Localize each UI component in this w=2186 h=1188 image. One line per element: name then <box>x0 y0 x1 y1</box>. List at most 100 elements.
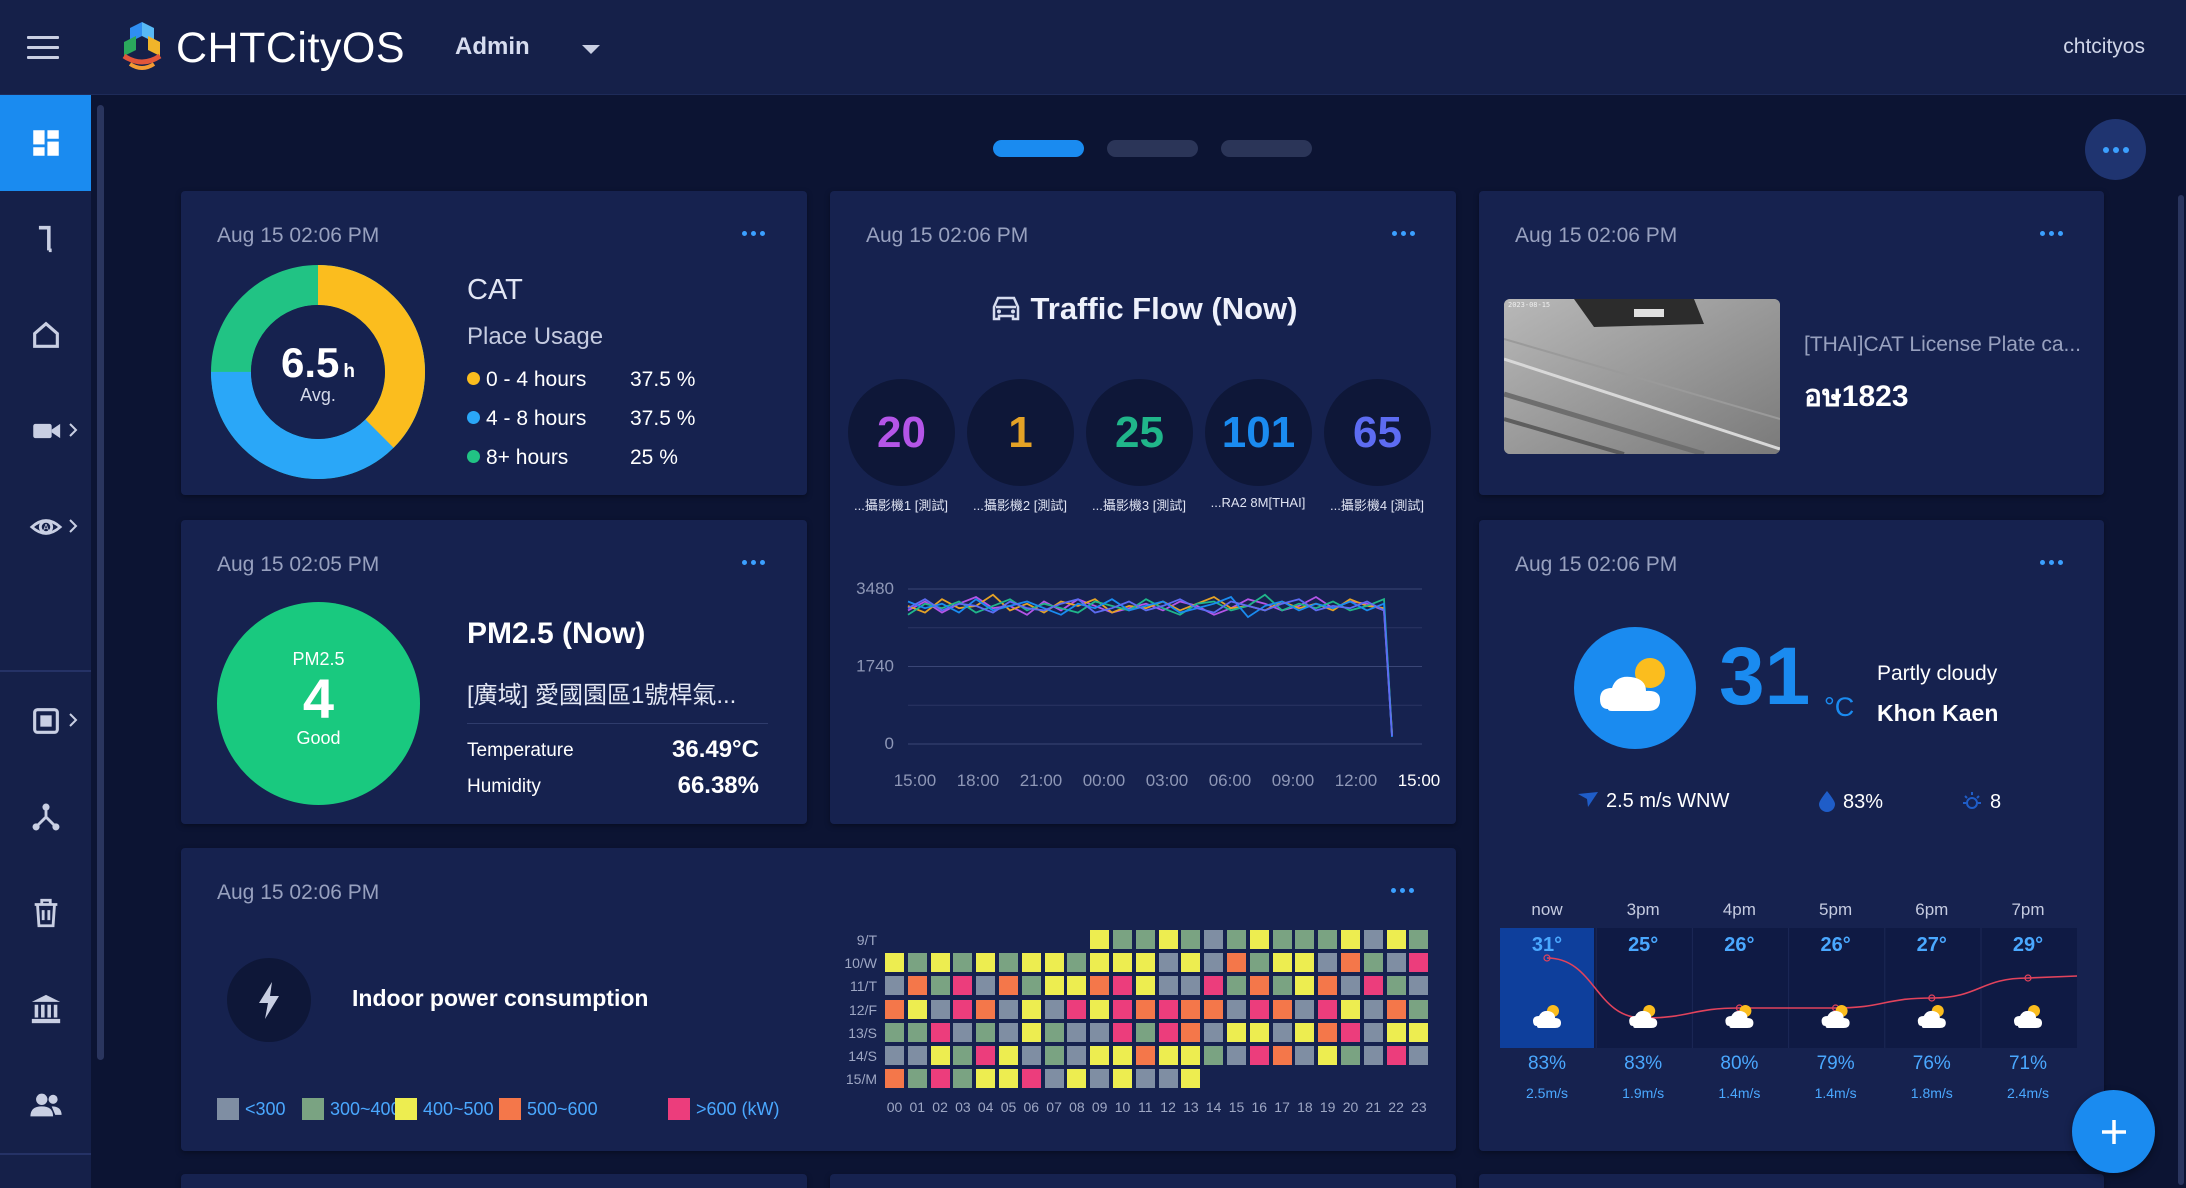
heatmap-cell[interactable] <box>1386 1046 1406 1065</box>
heatmap-cell[interactable] <box>1021 976 1041 996</box>
heatmap-cell[interactable] <box>1341 976 1360 996</box>
heatmap-cell[interactable] <box>930 953 950 973</box>
heatmap-cell[interactable] <box>1135 1069 1155 1089</box>
heatmap-cell[interactable] <box>1021 999 1041 1019</box>
heatmap-cell[interactable] <box>1272 930 1292 949</box>
heatmap-cell[interactable] <box>907 999 927 1019</box>
camera-count-5[interactable]: 65 <box>1324 379 1431 486</box>
heatmap-cell[interactable] <box>1021 1022 1041 1042</box>
heatmap-cell[interactable] <box>1295 1046 1315 1065</box>
camera-count-2[interactable]: 1 <box>967 379 1074 486</box>
heatmap-cell[interactable] <box>1363 1022 1383 1042</box>
heatmap-cell[interactable] <box>1181 1069 1201 1089</box>
heatmap-cell[interactable] <box>1272 1046 1292 1065</box>
heatmap-cell[interactable] <box>1044 1022 1064 1042</box>
heatmap-cell[interactable] <box>1341 1046 1360 1065</box>
heatmap-cell[interactable] <box>1386 976 1406 996</box>
heatmap-cell[interactable] <box>1227 1046 1246 1065</box>
heatmap-cell[interactable] <box>1158 976 1178 996</box>
heatmap-cell[interactable] <box>1135 1046 1155 1065</box>
heatmap-cell[interactable] <box>1363 976 1383 996</box>
heatmap-cell[interactable] <box>1181 976 1201 996</box>
add-widget-button[interactable] <box>2072 1090 2155 1173</box>
heatmap-cell[interactable] <box>976 1046 996 1065</box>
heatmap-cell[interactable] <box>1067 1046 1087 1065</box>
card-more-icon[interactable] <box>2040 560 2063 565</box>
heatmap-cell[interactable] <box>1227 976 1246 996</box>
heatmap-cell[interactable] <box>1181 953 1201 973</box>
heatmap-cell[interactable] <box>1363 953 1383 973</box>
heatmap-cell[interactable] <box>1181 1046 1201 1065</box>
heatmap-cell[interactable] <box>1113 1022 1132 1042</box>
heatmap-cell[interactable] <box>1158 1046 1178 1065</box>
heatmap-cell[interactable] <box>1409 1046 1429 1065</box>
menu-icon[interactable] <box>27 36 59 60</box>
heatmap-cell[interactable] <box>907 1069 927 1089</box>
heatmap-cell[interactable] <box>1409 999 1429 1019</box>
heatmap-cell[interactable] <box>1135 930 1155 949</box>
heatmap-cell[interactable] <box>1158 930 1178 949</box>
heatmap-cell[interactable] <box>1044 976 1064 996</box>
heatmap-cell[interactable] <box>1044 999 1064 1019</box>
heatmap-cell[interactable] <box>1044 1069 1064 1089</box>
heatmap-cell[interactable] <box>1021 1046 1041 1065</box>
heatmap-cell[interactable] <box>1341 953 1360 973</box>
card-more-icon[interactable] <box>1392 231 1415 236</box>
heatmap-cell[interactable] <box>907 1046 927 1065</box>
heatmap-cell[interactable] <box>953 1069 973 1089</box>
heatmap-cell[interactable] <box>1249 1022 1269 1042</box>
heatmap-cell[interactable] <box>1249 1046 1269 1065</box>
heatmap-cell[interactable] <box>1113 1046 1132 1065</box>
heatmap-cell[interactable] <box>1386 930 1406 949</box>
heatmap-cell[interactable] <box>1295 976 1315 996</box>
heatmap-cell[interactable] <box>1044 953 1064 973</box>
heatmap-cell[interactable] <box>999 1046 1018 1065</box>
heatmap-cell[interactable] <box>1113 953 1132 973</box>
heatmap-cell[interactable] <box>1249 976 1269 996</box>
power-legend-item[interactable]: 500~600 <box>499 1098 598 1120</box>
sidebar-item-trash[interactable] <box>0 865 91 961</box>
heatmap-cell[interactable] <box>885 1069 904 1089</box>
heatmap-cell[interactable] <box>1181 1022 1201 1042</box>
card-more-icon[interactable] <box>742 560 765 565</box>
plate-snapshot[interactable]: 2023-08-15 <box>1504 299 1780 454</box>
heatmap-cell[interactable] <box>1067 999 1087 1019</box>
heatmap-cell[interactable] <box>1363 930 1383 949</box>
heatmap-cell[interactable] <box>1249 999 1269 1019</box>
page-indicator-3[interactable] <box>1221 140 1312 157</box>
heatmap-cell[interactable] <box>1363 999 1383 1019</box>
heatmap-cell[interactable] <box>885 953 904 973</box>
camera-count-3[interactable]: 25 <box>1086 379 1193 486</box>
chevron-down-icon[interactable] <box>582 45 600 54</box>
heatmap-cell[interactable] <box>885 976 904 996</box>
sidebar-item-home[interactable] <box>0 287 91 383</box>
heatmap-cell[interactable] <box>1318 976 1338 996</box>
heatmap-cell[interactable] <box>1227 1022 1246 1042</box>
heatmap-cell[interactable] <box>1272 1022 1292 1042</box>
heatmap-cell[interactable] <box>1204 930 1224 949</box>
heatmap-cell[interactable] <box>999 1022 1018 1042</box>
heatmap-cell[interactable] <box>1204 1046 1224 1065</box>
heatmap-cell[interactable] <box>1272 953 1292 973</box>
heatmap-cell[interactable] <box>1341 999 1360 1019</box>
heatmap-cell[interactable] <box>1090 953 1110 973</box>
heatmap-cell[interactable] <box>1067 953 1087 973</box>
heatmap-cell[interactable] <box>1158 953 1178 973</box>
heatmap-cell[interactable] <box>953 976 973 996</box>
heatmap-cell[interactable] <box>1113 930 1132 949</box>
heatmap-cell[interactable] <box>976 953 996 973</box>
heatmap-cell[interactable] <box>1204 953 1224 973</box>
heatmap-cell[interactable] <box>999 953 1018 973</box>
heatmap-cell[interactable] <box>1204 976 1224 996</box>
sidebar-item-network[interactable] <box>0 769 91 865</box>
heatmap-cell[interactable] <box>1227 953 1246 973</box>
heatmap-cell[interactable] <box>976 1069 996 1089</box>
heatmap-cell[interactable] <box>1021 1069 1041 1089</box>
heatmap-cell[interactable] <box>1090 976 1110 996</box>
role-selector[interactable]: Admin <box>455 33 530 61</box>
heatmap-cell[interactable] <box>976 1022 996 1042</box>
heatmap-cell[interactable] <box>1409 953 1429 973</box>
heatmap-cell[interactable] <box>1090 1022 1110 1042</box>
heatmap-cell[interactable] <box>976 999 996 1019</box>
user-name[interactable]: chtcityos <box>2063 35 2145 59</box>
